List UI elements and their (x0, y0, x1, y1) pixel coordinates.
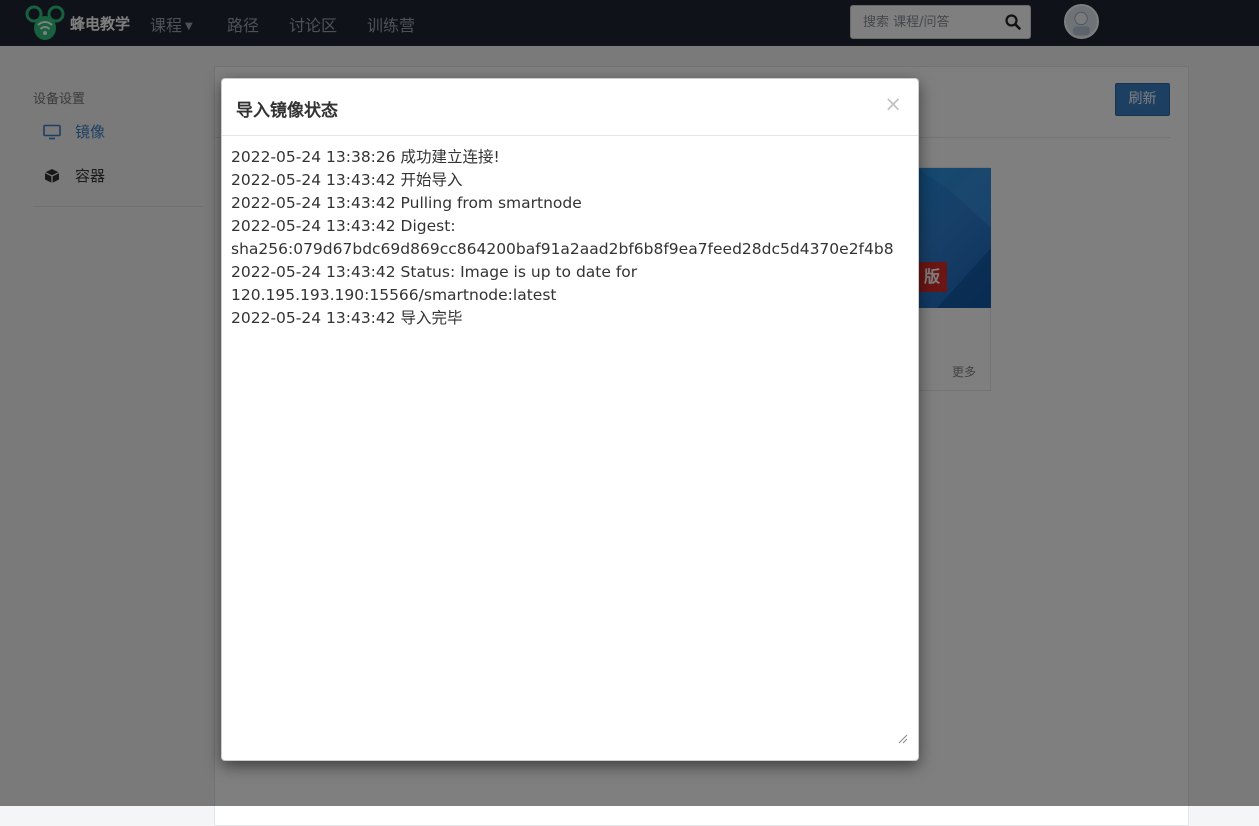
modal-title: 导入镜像状态 (236, 101, 338, 121)
log-line: sha256:079d67bdc69d869cc864200baf91a2aad… (231, 240, 894, 258)
log-textarea[interactable]: 2022-05-24 13:38:26 成功建立连接! 2022-05-24 1… (223, 137, 911, 746)
log-line: 120.195.193.190:15566/smartnode:latest (231, 286, 557, 304)
log-line: 2022-05-24 13:43:42 Pulling from smartno… (231, 194, 582, 212)
log-line: 2022-05-24 13:43:42 开始导入 (231, 171, 463, 189)
log-line: 2022-05-24 13:43:42 导入完毕 (231, 309, 463, 327)
log-line: 2022-05-24 13:38:26 成功建立连接! (231, 148, 500, 166)
close-icon[interactable]: × (884, 92, 902, 116)
log-line: 2022-05-24 13:43:42 Digest: (231, 217, 456, 235)
import-status-modal: 导入镜像状态 × 2022-05-24 13:38:26 成功建立连接! 202… (221, 78, 919, 761)
resize-grip-icon[interactable] (898, 734, 908, 744)
log-line: 2022-05-24 13:43:42 Status: Image is up … (231, 263, 638, 281)
modal-header: 导入镜像状态 × (222, 79, 918, 136)
